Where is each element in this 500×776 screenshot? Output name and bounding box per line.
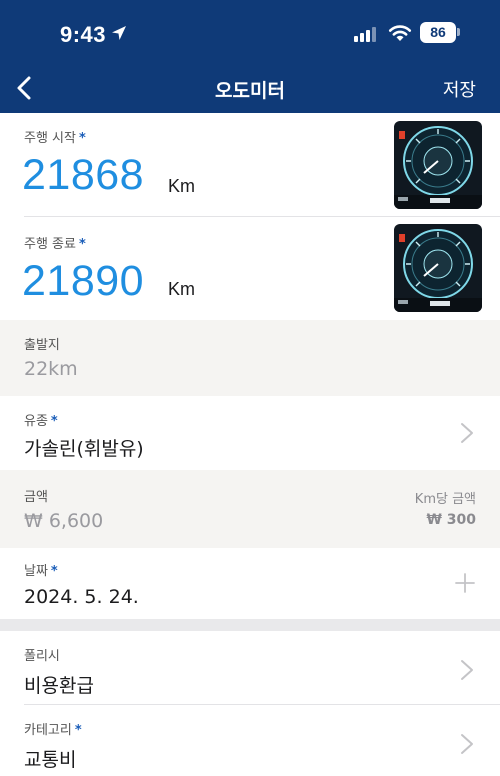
fuel-type-label: 유종 * — [24, 414, 58, 429]
chevron-right-icon[interactable] — [460, 422, 474, 444]
departure-row: 출발지 22km — [0, 320, 500, 396]
odometer-start-value[interactable]: 21868 — [22, 151, 144, 200]
section-separator — [0, 619, 500, 631]
date-label: 날짜 * — [24, 564, 58, 579]
odometer-start-label: 주행 시작 * — [24, 131, 86, 146]
amount-value: ₩ 6,600 — [24, 510, 104, 532]
status-time: 9:43 — [60, 22, 107, 47]
date-row[interactable]: 날짜 * 2024. 5. 24. — [0, 548, 500, 619]
per-km-amount-label: Km당 금액 — [414, 492, 476, 507]
odometer-end-photo[interactable] — [394, 224, 482, 312]
policy-value[interactable]: 비용환급 — [24, 671, 94, 698]
amount-label: 금액 — [24, 490, 48, 505]
fuel-type-row[interactable]: 유종 * 가솔린(휘발유) — [0, 396, 500, 470]
date-value[interactable]: 2024. 5. 24. — [24, 586, 139, 608]
page-title: 오도미터 — [215, 80, 285, 102]
policy-label: 폴리시 — [24, 649, 60, 664]
save-button[interactable]: 저장 — [443, 76, 476, 102]
signal-icon — [354, 26, 380, 42]
odometer-start-row[interactable]: 주행 시작 * 21868 Km — [0, 113, 500, 217]
departure-value: 22km — [24, 358, 78, 380]
plus-icon[interactable] — [454, 572, 476, 594]
per-km-amount-value: ₩ 300 — [426, 512, 476, 528]
amount-row: 금액 ₩ 6,600 Km당 금액 ₩ 300 — [0, 470, 500, 548]
category-row[interactable]: 카테고리 * 교통비 — [0, 705, 500, 776]
departure-label: 출발지 — [24, 338, 60, 353]
app-header: 9:43 86 오도미터 저장 — [0, 0, 500, 113]
battery-nub — [457, 28, 460, 36]
wifi-icon — [388, 25, 412, 41]
odometer-end-unit: Km — [168, 279, 195, 299]
odometer-end-value[interactable]: 21890 — [22, 257, 144, 306]
category-value[interactable]: 교통비 — [24, 745, 76, 772]
battery-indicator: 86 — [420, 22, 456, 43]
location-arrow-icon — [112, 26, 126, 40]
category-label: 카테고리 * — [24, 723, 82, 738]
chevron-right-icon[interactable] — [460, 733, 474, 755]
odometer-end-row[interactable]: 주행 종료 * 21890 Km — [0, 217, 500, 320]
policy-row[interactable]: 폴리시 비용환급 — [0, 631, 500, 705]
odometer-start-unit: Km — [168, 176, 195, 196]
fuel-type-value[interactable]: 가솔린(휘발유) — [24, 434, 144, 461]
odometer-end-label: 주행 종료 * — [24, 237, 86, 252]
odometer-start-photo[interactable] — [394, 121, 482, 209]
chevron-right-icon[interactable] — [460, 659, 474, 681]
